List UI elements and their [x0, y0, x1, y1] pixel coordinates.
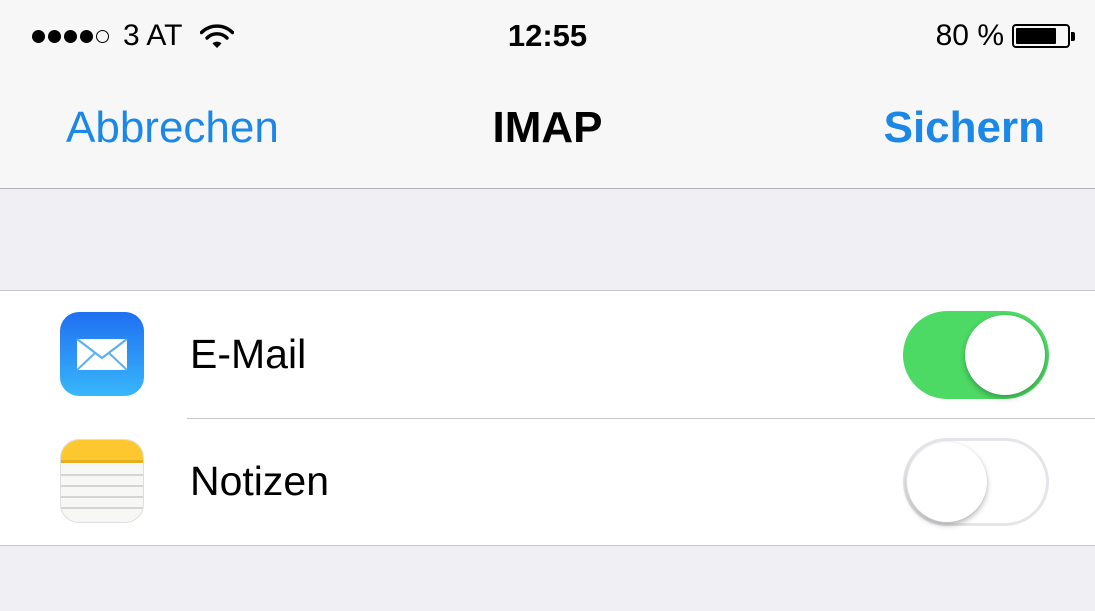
envelope-icon — [76, 338, 128, 371]
battery-cap — [1071, 31, 1075, 41]
mail-app-icon — [60, 312, 144, 396]
status-time: 12:55 — [507, 18, 588, 53]
setting-row-mail: E-Mail — [0, 291, 1095, 418]
settings-list: E-Mail Notizen — [0, 290, 1095, 546]
setting-row-notes: Notizen — [0, 418, 1095, 545]
status-right: 80 % — [936, 14, 1075, 58]
toggle-knob — [965, 315, 1045, 395]
battery-level — [1016, 28, 1056, 44]
navigation-bar: Abbrechen IMAP Sichern — [0, 70, 1095, 189]
toggle-knob — [907, 442, 987, 522]
battery-percentage: 80 % — [935, 19, 1004, 52]
save-button[interactable]: Sichern — [884, 102, 1045, 154]
notes-app-icon — [60, 439, 144, 523]
notes-toggle[interactable] — [903, 438, 1049, 526]
setting-label: Notizen — [190, 458, 330, 504]
status-bar: 3 AT 12:55 80 % — [0, 0, 1095, 70]
mail-toggle[interactable] — [903, 311, 1049, 399]
notepad-icon — [61, 440, 143, 509]
battery-body — [1012, 24, 1070, 48]
battery-icon — [1012, 24, 1075, 48]
setting-label: E-Mail — [190, 331, 307, 377]
